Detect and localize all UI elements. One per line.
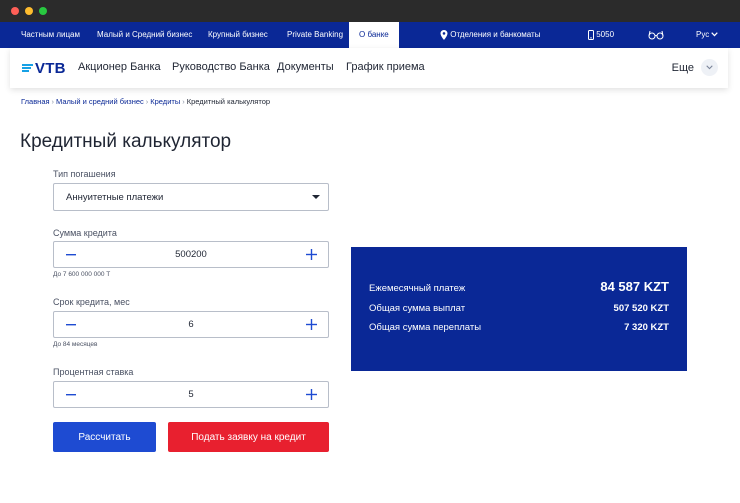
- chevron-down-icon: [701, 59, 718, 76]
- monthly-payment-row: Ежемесячный платеж 84 587 KZT: [369, 279, 669, 294]
- phone-link[interactable]: 5050: [588, 22, 614, 48]
- monthly-payment-label: Ежемесячный платеж: [369, 283, 466, 294]
- loan-term-hint: До 84 месяцев: [53, 341, 98, 348]
- vtb-logo[interactable]: VTB: [22, 59, 66, 77]
- repayment-type-label: Тип погашения: [53, 169, 116, 179]
- more-menu-button[interactable]: Еще: [672, 59, 718, 76]
- total-payments-row: Общая сумма выплат 507 520 KZT: [369, 303, 669, 314]
- loan-amount-input[interactable]: 500200: [94, 249, 288, 260]
- calculate-button[interactable]: Рассчитать: [53, 422, 156, 452]
- loan-amount-decrease-button[interactable]: [56, 242, 86, 267]
- window-title-bar: [0, 0, 740, 22]
- topnav-item-sme[interactable]: Малый и Средний бизнес: [97, 22, 192, 48]
- loan-amount-increase-button[interactable]: [296, 242, 326, 267]
- loan-term-stepper: 6: [53, 311, 329, 338]
- overpayment-row: Общая сумма переплаты 7 320 KZT: [369, 322, 669, 333]
- interest-rate-increase-button[interactable]: [296, 382, 326, 407]
- main-navigation: VTB Акционер Банка Руководство Банка Док…: [10, 48, 728, 88]
- logo-mark-icon: [22, 63, 33, 73]
- topnav-item-private-banking[interactable]: Private Banking: [287, 22, 343, 48]
- loan-amount-label: Сумма кредита: [53, 228, 117, 238]
- logo-text: VTB: [35, 59, 66, 77]
- breadcrumb-separator: ›: [51, 97, 55, 106]
- minus-icon: [66, 323, 76, 325]
- loan-term-input[interactable]: 6: [94, 319, 288, 330]
- window-minimize-button[interactable]: [25, 7, 33, 15]
- topnav-item-about[interactable]: О банке: [349, 22, 399, 49]
- loan-amount-stepper: 500200: [53, 241, 329, 268]
- phone-number: 5050: [596, 30, 615, 39]
- breadcrumb: Главная › Малый и средний бизнес › Кредиты › К…: [21, 97, 270, 106]
- breadcrumb-current: Кредитный калькулятор: [186, 97, 271, 106]
- nav-link-management[interactable]: Руководство Банка: [172, 61, 270, 73]
- language-selector[interactable]: Рус: [696, 22, 719, 48]
- page-title: Кредитный калькулятор: [20, 131, 232, 152]
- loan-term-increase-button[interactable]: [296, 312, 326, 337]
- language-label: Рус: [696, 30, 710, 39]
- overpayment-label: Общая сумма переплаты: [369, 322, 482, 333]
- repayment-type-select[interactable]: Аннуитетные платежи: [53, 183, 329, 211]
- interest-rate-decrease-button[interactable]: [56, 382, 86, 407]
- total-payments-value: 507 520 KZT: [613, 303, 669, 314]
- branches-link[interactable]: Отделения и банкоматы: [440, 22, 540, 48]
- plus-icon: [305, 249, 317, 260]
- topnav-item-corporate[interactable]: Крупный бизнес: [208, 22, 268, 48]
- breadcrumb-home[interactable]: Главная: [21, 97, 50, 106]
- glasses-icon: [648, 30, 664, 40]
- topnav-item-individuals[interactable]: Частным лицам: [21, 22, 80, 48]
- breadcrumb-separator: ›: [182, 97, 185, 106]
- nav-link-schedule[interactable]: График приема: [346, 61, 425, 73]
- interest-rate-label: Процентная ставка: [53, 367, 134, 377]
- breadcrumb-separator: ›: [145, 97, 149, 106]
- loan-term-label: Срок кредита, мес: [53, 297, 130, 307]
- chevron-down-icon: [711, 32, 719, 37]
- location-pin-icon: [440, 29, 448, 40]
- breadcrumb-sme[interactable]: Малый и средний бизнес: [56, 97, 144, 106]
- phone-icon: [588, 29, 594, 40]
- top-navigation: Частным лицам Малый и Средний бизнес Кру…: [0, 22, 740, 49]
- repayment-type-value: Аннуитетные платежи: [66, 192, 164, 203]
- calculation-result-panel: Ежемесячный платеж 84 587 KZT Общая сумм…: [351, 247, 687, 371]
- loan-term-decrease-button[interactable]: [56, 312, 86, 337]
- loan-amount-hint: До 7 600 000 000 Т: [53, 271, 111, 278]
- minus-icon: [66, 393, 76, 395]
- plus-icon: [305, 319, 317, 330]
- nav-link-documents[interactable]: Документы: [277, 61, 334, 73]
- accessibility-glasses-button[interactable]: [648, 22, 664, 48]
- breadcrumb-credits[interactable]: Кредиты: [150, 97, 180, 106]
- apply-for-credit-button[interactable]: Подать заявку на кредит: [168, 422, 329, 452]
- overpayment-value: 7 320 KZT: [624, 322, 669, 333]
- dropdown-arrow-icon: [312, 195, 320, 199]
- window-close-button[interactable]: [11, 7, 19, 15]
- window-maximize-button[interactable]: [39, 7, 47, 15]
- interest-rate-input[interactable]: 5: [94, 389, 288, 400]
- plus-icon: [305, 389, 317, 400]
- interest-rate-stepper: 5: [53, 381, 329, 408]
- more-label: Еще: [671, 61, 694, 74]
- minus-icon: [66, 253, 76, 255]
- total-payments-label: Общая сумма выплат: [369, 303, 466, 314]
- branches-label: Отделения и банкоматы: [450, 30, 541, 39]
- monthly-payment-value: 84 587 KZT: [600, 279, 669, 294]
- nav-link-shareholder[interactable]: Акционер Банка: [78, 61, 161, 73]
